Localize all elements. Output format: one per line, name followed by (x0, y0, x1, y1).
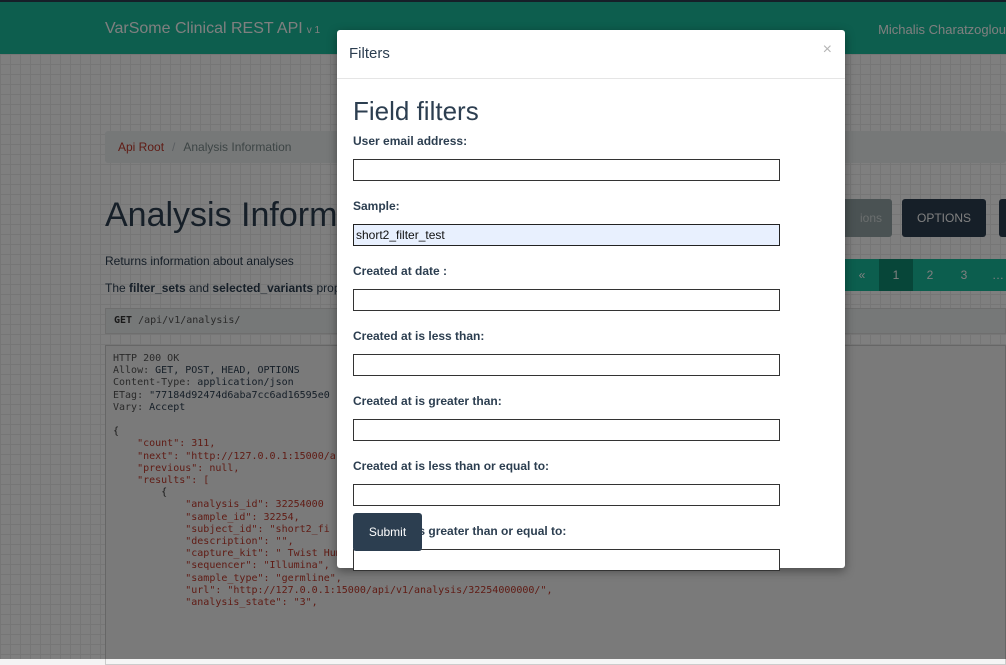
field-label: Created at is greater than: (353, 394, 502, 408)
submit-button[interactable]: Submit (353, 513, 422, 551)
field-label: Created at is less than or equal to: (353, 459, 550, 473)
field-label: User email address: (353, 134, 468, 148)
close-icon[interactable]: × (823, 41, 832, 59)
field-created-at-lt: Created at is less than: (353, 329, 813, 376)
field-label: Created at date : (353, 264, 448, 278)
field-sample: Sample: (353, 199, 813, 246)
sample-input[interactable] (353, 224, 780, 246)
filters-modal: Filters × Field filters User email addre… (337, 30, 845, 571)
field-user-email: User email address: (353, 134, 813, 181)
modal-body: Field filters User email address: Sample… (353, 96, 813, 589)
created-at-date-input[interactable] (353, 289, 780, 311)
field-created-at-gt: Created at is greater than: (353, 394, 813, 441)
form-heading: Field filters (353, 96, 479, 126)
modal-header: Filters × (337, 30, 845, 79)
modal-title: Filters (349, 45, 390, 62)
field-label: Sample: (353, 199, 400, 213)
field-created-at-gte: Created at is greater than or equal to: (353, 524, 813, 571)
created-at-gt-input[interactable] (353, 419, 780, 441)
field-created-at-date: Created at date : (353, 264, 813, 311)
created-at-lt-input[interactable] (353, 354, 780, 376)
field-label: Created at is greater than or equal to: (353, 524, 567, 538)
user-email-input[interactable] (353, 159, 780, 181)
field-created-at-lte: Created at is less than or equal to: (353, 459, 813, 506)
created-at-lte-input[interactable] (353, 484, 780, 506)
created-at-gte-input[interactable] (353, 549, 780, 571)
field-label: Created at is less than: (353, 329, 485, 343)
